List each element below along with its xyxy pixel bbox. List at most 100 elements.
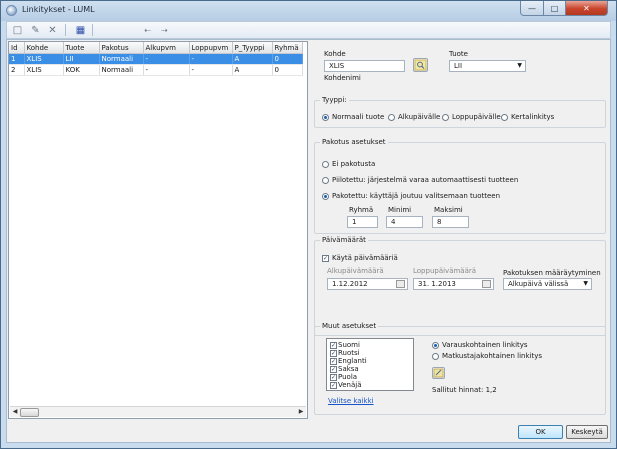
title-bar[interactable]: Linkitykset - LUML — □ ✕ bbox=[1, 1, 616, 21]
table-row[interactable]: 2 XLIS KOK Normaali - - A 0 bbox=[9, 64, 303, 76]
kohdenimi-label: Kohdenimi bbox=[324, 74, 361, 82]
column-header-tuote[interactable]: Tuote bbox=[63, 42, 100, 54]
kayta-paivamaaria-checkbox[interactable]: ✓ bbox=[322, 255, 329, 262]
minimize-button[interactable]: — bbox=[520, 1, 544, 16]
delete-button[interactable]: ✕ bbox=[45, 23, 60, 37]
language-checkbox[interactable]: ✓ bbox=[330, 350, 337, 357]
maaraytyminen-label: Pakotuksen määräytyminen bbox=[503, 269, 601, 277]
window-title: Linkitykset - LUML bbox=[22, 5, 95, 14]
table-cell: Normaali bbox=[99, 64, 144, 76]
language-label: Saksa bbox=[338, 365, 359, 373]
table-cell: A bbox=[232, 53, 273, 65]
save-icon: ▦ bbox=[75, 24, 86, 36]
column-header-kohde[interactable]: Kohde bbox=[24, 42, 64, 54]
loppupaivamaara-picker[interactable]: 31. 1.2013 bbox=[413, 278, 494, 290]
sallitut-hinnat-text: Sallitut hinnat: 1,2 bbox=[432, 386, 497, 394]
table-header: Id Kohde Tuote Pakotus Alkupvm Loppupvm … bbox=[9, 42, 303, 54]
settings-panel: Kohde XLIS Kohdenimi Tuote LII ▼ Tyyppi:… bbox=[309, 40, 610, 442]
scroll-left-icon[interactable]: ◀ bbox=[10, 407, 20, 417]
radio-normaali-tuote[interactable] bbox=[322, 114, 329, 121]
dialog-window: Linkitykset - LUML — □ ✕ □ ✎ ✕ ▦ ⇠ ⇢ Id … bbox=[0, 0, 617, 449]
scroll-right-icon[interactable]: ▶ bbox=[296, 407, 306, 417]
horizontal-scrollbar[interactable]: ◀ ▶ bbox=[10, 406, 306, 417]
kohde-input[interactable]: XLIS bbox=[324, 60, 405, 72]
ok-button[interactable]: OK bbox=[518, 425, 563, 439]
table-cell: XLIS bbox=[24, 64, 64, 76]
table-cell: 1 bbox=[9, 53, 25, 65]
edit-list-icon bbox=[433, 368, 444, 378]
radio-label: Varauskohtainen linkitys bbox=[442, 341, 528, 349]
loppupaivamaara-label: Loppupäivämäärä bbox=[413, 267, 477, 275]
search-kohde-button[interactable] bbox=[413, 58, 428, 72]
calendar-icon[interactable] bbox=[396, 280, 405, 288]
maximize-icon: □ bbox=[550, 3, 559, 13]
table-row[interactable]: 1 XLIS LII Normaali - - A 0 bbox=[9, 53, 303, 65]
calendar-icon[interactable] bbox=[482, 280, 491, 288]
column-header-p-tyyppi[interactable]: P_Tyyppi bbox=[232, 42, 273, 54]
maximize-button[interactable]: □ bbox=[544, 1, 566, 16]
language-checkbox[interactable]: ✓ bbox=[330, 374, 337, 381]
toolbar-separator bbox=[92, 24, 93, 36]
language-checkbox[interactable]: ✓ bbox=[330, 342, 337, 349]
scrollbar-thumb[interactable] bbox=[20, 408, 39, 417]
maksimi-label: Maksimi bbox=[434, 206, 463, 214]
new-button[interactable]: □ bbox=[10, 23, 25, 37]
edit-button[interactable]: ✎ bbox=[28, 23, 43, 37]
maksimi-input[interactable]: 8 bbox=[432, 216, 469, 228]
undo-button[interactable]: ⇠ bbox=[140, 23, 155, 37]
minimi-input[interactable]: 4 bbox=[386, 216, 423, 228]
radio-matkustajakohtainen[interactable] bbox=[432, 353, 439, 360]
table-cell: 2 bbox=[9, 64, 25, 76]
column-header-id[interactable]: Id bbox=[9, 42, 25, 54]
language-label: Puola bbox=[338, 373, 358, 381]
language-checkbox[interactable]: ✓ bbox=[330, 358, 337, 365]
close-button[interactable]: ✕ bbox=[566, 1, 608, 16]
column-header-loppupvm[interactable]: Loppupvm bbox=[189, 42, 233, 54]
table-cell: 0 bbox=[272, 53, 303, 65]
pencil-icon: ✎ bbox=[31, 24, 40, 36]
radio-varauskohtainen[interactable] bbox=[432, 342, 439, 349]
language-label: Englanti bbox=[338, 357, 367, 365]
languages-list[interactable]: ✓ Suomi ✓ Ruotsi ✓ Englanti ✓ Saksa ✓ Puola ✓… bbox=[326, 338, 414, 391]
redo-button[interactable]: ⇢ bbox=[157, 23, 172, 37]
radio-label: Kertalinkitys bbox=[511, 113, 555, 121]
cancel-button[interactable]: Keskeytä bbox=[566, 425, 608, 439]
paivamaarat-title: Päivämäärät bbox=[320, 236, 368, 244]
loppupaivamaara-value: 31. 1.2013 bbox=[418, 280, 456, 288]
radio-pakotettu[interactable] bbox=[322, 193, 329, 200]
column-header-pakotus[interactable]: Pakotus bbox=[99, 42, 144, 54]
radio-label: Pakotettu: käyttäjä joutuu valitsemaan t… bbox=[332, 192, 501, 200]
radio-label: Piilotettu: järjestelmä varaa automaatti… bbox=[332, 176, 519, 184]
maaraytyminen-dropdown[interactable]: Alkupäivä välissä ▼ bbox=[503, 278, 592, 290]
radio-piilotettu[interactable] bbox=[322, 177, 329, 184]
tuote-dropdown[interactable]: LII ▼ bbox=[449, 60, 526, 72]
table-cell: LII bbox=[63, 53, 100, 65]
radio-ei-pakotusta[interactable] bbox=[322, 161, 329, 168]
radio-loppupaivalle[interactable] bbox=[442, 114, 449, 121]
tyyppi-title: Tyyppi: bbox=[320, 96, 349, 104]
select-all-link[interactable]: Valitse kaikki bbox=[328, 397, 374, 405]
table-cell: KOK bbox=[63, 64, 100, 76]
column-header-alkupvm[interactable]: Alkupvm bbox=[143, 42, 190, 54]
alkupaivamaara-value: 1.12.2012 bbox=[332, 280, 368, 288]
ryhma-input[interactable]: 1 bbox=[347, 216, 378, 228]
language-checkbox[interactable]: ✓ bbox=[330, 382, 337, 389]
muut-asetukset-group: Muut asetukset ✓ Suomi ✓ Ruotsi ✓ Englanti … bbox=[314, 322, 606, 415]
price-settings-button[interactable] bbox=[432, 367, 445, 379]
links-table[interactable]: Id Kohde Tuote Pakotus Alkupvm Loppupvm … bbox=[8, 41, 308, 419]
radio-label: Ei pakotusta bbox=[332, 160, 376, 168]
language-label: Suomi bbox=[338, 341, 360, 349]
toolbar-separator bbox=[65, 24, 66, 36]
pakotus-title: Pakotus asetukset bbox=[320, 138, 388, 146]
language-checkbox[interactable]: ✓ bbox=[330, 366, 337, 373]
save-button[interactable]: ▦ bbox=[73, 23, 88, 37]
radio-label: Normaali tuote bbox=[332, 113, 385, 121]
arrow-left-icon: ⇠ bbox=[144, 25, 151, 35]
table-cell: - bbox=[189, 64, 233, 76]
radio-alkupaivalle[interactable] bbox=[388, 114, 395, 121]
tuote-value: LII bbox=[454, 62, 463, 70]
maaraytyminen-value: Alkupäivä välissä bbox=[508, 280, 569, 288]
alkupaivamaara-picker[interactable]: 1.12.2012 bbox=[327, 278, 408, 290]
column-header-ryhma[interactable]: Ryhmä bbox=[272, 42, 303, 54]
radio-kertalinkitys[interactable] bbox=[501, 114, 508, 121]
